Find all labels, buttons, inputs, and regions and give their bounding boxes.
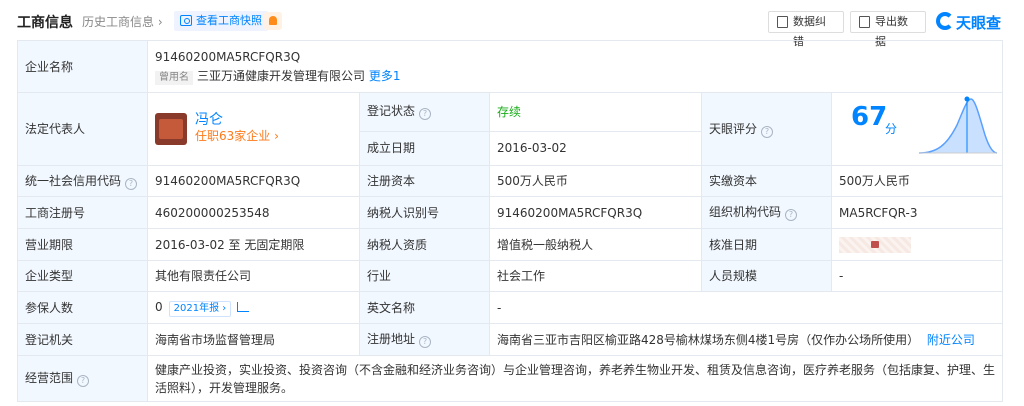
legal-rep-positions-link[interactable]: 任职63家企业 › <box>195 128 352 144</box>
label-org-code: 组织机构代码? <box>701 196 832 229</box>
label-taxpayer-id: 纳税人识别号 <box>359 196 490 229</box>
help-icon[interactable]: ? <box>77 375 90 387</box>
section-header: 工商信息 历史工商信息 › 查看工商快照 数据纠错 导出数据 天眼查 <box>0 0 1024 48</box>
tianyan-score-cell[interactable]: 67 分 <box>830 92 1004 166</box>
correct-data-button[interactable]: 数据纠错 <box>768 11 844 48</box>
nearby-companies-link[interactable]: 附近公司 <box>927 333 975 347</box>
label-est-date: 成立日期 <box>359 130 490 167</box>
snapshot-label: 查看工商快照 <box>196 14 262 27</box>
avatar[interactable] <box>155 113 187 145</box>
company-type-value: 其他有限责任公司 <box>147 260 360 292</box>
label-reg-number: 工商注册号 <box>17 196 148 229</box>
paid-capital-value: 500万人民币 <box>830 165 1004 197</box>
address-cell: 海南省三亚市吉阳区榆亚路428号榆林煤场东侧4楼1号房（仅作办公场所使用） 附近… <box>488 323 1004 356</box>
staff-size-value: - <box>830 260 1004 292</box>
help-icon[interactable]: ? <box>125 177 138 190</box>
scope-value: 健康产业投资，实业投资、投资咨询（不含金融和经济业务咨询）与企业管理咨询，养老养… <box>146 355 1004 402</box>
taxpayer-id-value: 91460200MA5RCFQR3Q <box>489 196 702 229</box>
trend-chart-icon[interactable] <box>237 301 250 312</box>
label-paid-capital: 实缴资本 <box>701 165 832 197</box>
label-staff-size: 人员规模 <box>701 260 832 292</box>
export-data-button[interactable]: 导出数据 <box>850 11 926 48</box>
label-taxpayer-qual: 纳税人资质 <box>359 228 490 261</box>
legal-rep-cell: 冯仑 任职63家企业 › <box>147 92 360 166</box>
label-legal-rep: 法定代表人 <box>17 92 148 166</box>
industry-value: 社会工作 <box>489 260 702 292</box>
label-reg-status: 登记状态? <box>359 92 490 132</box>
authority-value: 海南省市场监督管理局 <box>147 323 360 356</box>
label-scope: 经营范围? <box>17 355 148 402</box>
company-name-value: 91460200MA5RCFQR3Q <box>155 49 301 64</box>
approve-date-cell[interactable] <box>830 228 1004 261</box>
label-company-type: 企业类型 <box>17 260 148 292</box>
more-former-names-link[interactable]: 更多1 <box>369 69 401 83</box>
download-icon <box>859 16 870 28</box>
label-authority: 登记机关 <box>17 323 148 356</box>
section-title: 工商信息 <box>17 15 73 31</box>
former-name: 三亚万通健康开发管理有限公司 <box>197 68 366 83</box>
bell-icon[interactable] <box>264 12 282 30</box>
reg-capital-value: 500万人民币 <box>489 165 702 197</box>
taxpayer-qual-value: 增值税一般纳税人 <box>489 228 702 261</box>
est-date-value: 2016-03-02 <box>489 130 702 167</box>
term-value: 2016-03-02 至 无固定期限 <box>147 228 360 261</box>
score-distribution-chart-icon <box>918 96 997 154</box>
label-address: 注册地址? <box>359 323 490 356</box>
org-code-value: MA5RCFQR-3 <box>830 196 1004 229</box>
label-reg-capital: 注册资本 <box>359 165 490 197</box>
logo-icon <box>936 12 954 30</box>
help-icon[interactable]: ? <box>761 125 774 138</box>
reg-number-value: 460200000253548 <box>147 196 360 229</box>
company-name-cell: 91460200MA5RCFQR3Q 曾用名 三亚万通健康开发管理有限公司 更多1 <box>146 40 1004 93</box>
insured-value: 0 <box>155 299 163 314</box>
snapshot-button[interactable]: 查看工商快照 <box>174 11 268 31</box>
english-name-value: - <box>488 291 1004 324</box>
insured-cell: 0 2021年报 › <box>147 291 360 324</box>
label-tianyan-score: 天眼评分? <box>701 92 832 166</box>
camera-icon <box>180 15 192 26</box>
help-icon[interactable]: ? <box>419 108 432 121</box>
history-link[interactable]: 历史工商信息 › <box>82 13 163 30</box>
business-info-table: 企业名称 91460200MA5RCFQR3Q 曾用名 三亚万通健康开发管理有限公… <box>17 40 1004 402</box>
help-icon[interactable]: ? <box>785 209 798 221</box>
score-unit: 分 <box>885 122 898 136</box>
label-term: 营业期限 <box>17 228 148 261</box>
annual-report-year-selector[interactable]: 2021年报 › <box>168 300 232 317</box>
label-approve-date: 核准日期 <box>701 228 832 261</box>
brand-name: 天眼查 <box>956 14 1002 32</box>
credit-code-value: 91460200MA5RCFQR3Q <box>147 165 360 197</box>
label-insured: 参保人数 <box>17 291 148 324</box>
lock-icon[interactable] <box>839 236 911 253</box>
edit-icon <box>777 16 788 28</box>
label-company-name: 企业名称 <box>17 40 148 93</box>
label-english-name: 英文名称 <box>359 291 490 324</box>
address-value: 海南省三亚市吉阳区榆亚路428号榆林煤场东侧4楼1号房（仅作办公场所使用） <box>497 332 920 347</box>
help-icon[interactable]: ? <box>419 336 432 348</box>
label-credit-code: 统一社会信用代码? <box>17 165 148 197</box>
label-industry: 行业 <box>359 260 490 292</box>
score-value: 67 <box>851 102 888 132</box>
former-name-tag: 曾用名 <box>155 70 193 85</box>
reg-status-value: 存续 <box>489 92 702 132</box>
legal-rep-name[interactable]: 冯仑 <box>195 111 352 128</box>
